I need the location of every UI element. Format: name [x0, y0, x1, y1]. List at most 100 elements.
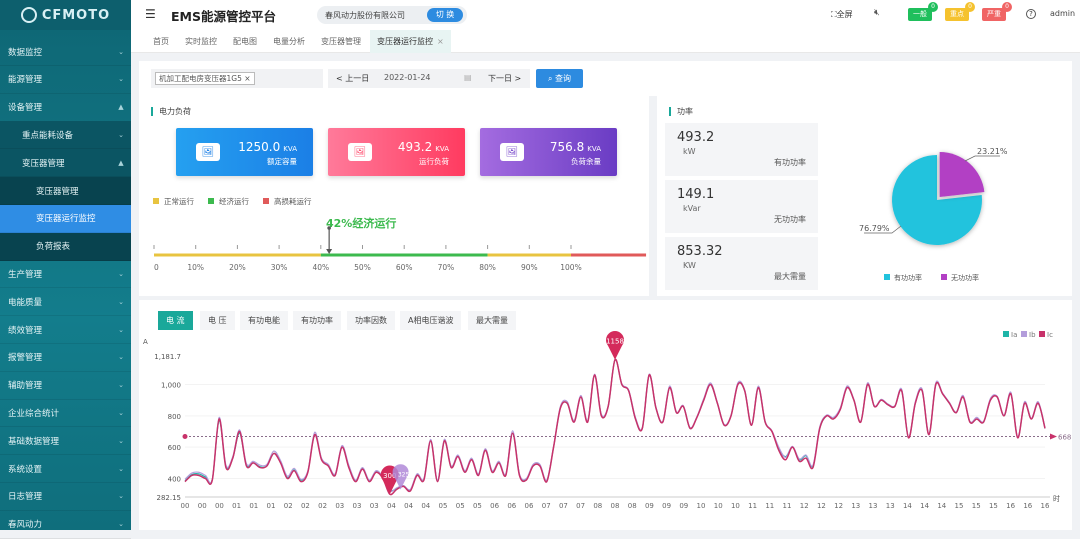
date-input[interactable]: 2022-01-24 [384, 73, 431, 82]
alert-button[interactable]: 重点 0 [945, 2, 975, 21]
legend-item: 经济运行 [208, 196, 249, 207]
value: 756.8 [549, 140, 585, 154]
sidebar-item-label: 变压器管理 [36, 186, 79, 197]
load-panel: 电力负荷 🖼︎ 1250.0 KVA 额定容量 🖼︎ 493.2 KVA 运行负荷 🖼︎ 756.… [139, 96, 649, 296]
pie-legend-swatch[interactable] [884, 274, 890, 280]
unit: KVA [587, 145, 601, 153]
legend-swatch [153, 198, 159, 204]
x-tick-label: 02 [318, 502, 327, 510]
y-tick-label: 282.15 [157, 494, 182, 502]
chevron-down-icon: ⌄ [118, 408, 124, 417]
company-name: 春风动力股份有限公司 [325, 11, 405, 20]
series-line-Ib[interactable] [184, 358, 1046, 493]
sidebar-item[interactable]: 电能质量 ⌄ [0, 288, 131, 317]
prev-day-button[interactable]: < 上一日 [336, 73, 369, 84]
device-select[interactable]: 机加工配电房变压器1G5 × [151, 69, 323, 88]
legend-swatch[interactable] [1021, 331, 1027, 337]
pie-slice[interactable] [939, 152, 985, 198]
menu-toggle-icon[interactable]: ☰ [145, 7, 156, 21]
y-tick-label: 800 [168, 413, 181, 421]
alert-button[interactable]: 严重 0 [982, 2, 1012, 21]
sidebar-item[interactable]: 能源管理 ⌄ [0, 66, 131, 94]
mute-icon[interactable]: 🔇︎ [874, 8, 880, 18]
user-name[interactable]: admin [1050, 9, 1075, 18]
x-tick-label: 16 [1023, 502, 1032, 510]
help-icon[interactable]: ? [1026, 9, 1036, 19]
tab-label: 配电图 [233, 36, 257, 46]
date-picker: < 上一日 2022-01-24 ▤ 下一日 > [328, 69, 530, 88]
chevron-down-icon: ⌄ [118, 520, 124, 529]
chevron-down-icon: ⌄ [118, 47, 124, 56]
device-tag[interactable]: 机加工配电房变压器1G5 × [155, 72, 255, 85]
card-value: 493.2 KVA [398, 140, 449, 154]
close-tab-icon[interactable]: × [437, 37, 444, 46]
sidebar-item[interactable]: 日志管理 ⌄ [0, 483, 131, 511]
tab[interactable]: 变压器管理 [314, 30, 368, 53]
legend-label[interactable]: Ia [1011, 331, 1017, 339]
sidebar-item-label: 负荷报表 [36, 242, 71, 253]
search-icon: ⌕ [547, 74, 553, 83]
sidebar-item[interactable]: 负荷报表 [0, 232, 131, 261]
sidebar-item[interactable]: 变压器管理 [0, 177, 131, 205]
chart-image-icon: 🖼︎ [348, 143, 372, 161]
sidebar-item[interactable]: 生产管理 ⌄ [0, 260, 131, 289]
load-card: 🖼︎ 493.2 KVA 运行负荷 [328, 128, 465, 176]
tab[interactable]: 实时监控 [178, 30, 224, 53]
legend-swatch[interactable] [1039, 331, 1045, 337]
sidebar-item[interactable]: 基础数据管理 ⌄ [0, 427, 131, 456]
legend-label[interactable]: Ib [1029, 331, 1036, 339]
tab[interactable]: 首页 [146, 30, 176, 53]
tab[interactable]: 变压器运行监控 × [370, 29, 451, 53]
sidebar-item[interactable]: 报警管理 ⌄ [0, 344, 131, 372]
sidebar-item[interactable]: 企业综合统计 ⌄ [0, 399, 131, 428]
power-value: 149.1 [677, 187, 715, 202]
x-tick-label: 14 [937, 502, 946, 510]
gauge-tick-label: 20% [229, 263, 246, 272]
card-value: 1250.0 KVA [238, 140, 297, 154]
sidebar-item-label: 报警管理 [8, 353, 43, 364]
tab[interactable]: 配电图 [226, 30, 264, 53]
chevron-up-icon: ▲ [118, 158, 124, 167]
power-card: 149.1 kVar 无功功率 [665, 180, 818, 233]
sidebar-item[interactable]: 春风动力 ⌄ [0, 511, 131, 539]
query-button[interactable]: ⌕ 查询 [536, 69, 583, 88]
y-tick-label: 1,000 [161, 381, 181, 389]
sidebar-item-label: 数据监控 [8, 47, 43, 58]
tab[interactable]: 电量分析 [266, 30, 312, 53]
fullscreen-button[interactable]: ⛶全屏 [831, 9, 853, 20]
sidebar-item[interactable]: 系统设置 ⌄ [0, 455, 131, 483]
x-tick-label: 00 [181, 502, 190, 510]
pie-legend-label[interactable]: 有功功率 [894, 273, 922, 282]
series-line-Ia[interactable] [184, 358, 1046, 492]
sidebar-item[interactable]: 设备管理 ▲ [0, 94, 131, 122]
card-label: 负荷余量 [571, 157, 601, 166]
legend-label[interactable]: Ic [1047, 331, 1053, 339]
chevron-down-icon: ⌄ [118, 464, 124, 473]
min-pin-ib-label: 325 [398, 471, 410, 478]
sidebar-item[interactable]: 变压器运行监控 [0, 204, 131, 233]
gauge-tick-label: 100% [560, 263, 581, 272]
sidebar-item[interactable]: 绩效管理 ⌄ [0, 316, 131, 344]
pie-legend-label[interactable]: 无功功率 [951, 273, 979, 282]
legend-swatch[interactable] [1003, 331, 1009, 337]
sidebar-item[interactable]: 辅助管理 ⌄ [0, 372, 131, 400]
sidebar-item[interactable]: 数据监控 ⌄ [0, 38, 131, 66]
chevron-down-icon: ⌄ [118, 325, 124, 334]
x-tick-label: 09 [645, 502, 654, 510]
header: ☰ EMS能源管控平台 春风动力股份有限公司 切 换 ⛶全屏 🔇︎ 一般 0 重点 0… [131, 0, 1080, 30]
sidebar-item[interactable]: 变压器管理 ▲ [0, 149, 131, 178]
remove-tag-icon[interactable]: × [244, 74, 250, 83]
x-tick-label: 03 [370, 502, 379, 510]
pie-legend-swatch[interactable] [941, 274, 947, 280]
series-line-Ic[interactable] [184, 358, 1046, 496]
switch-button[interactable]: 切 换 [427, 8, 463, 22]
sidebar-item-label: 基础数据管理 [8, 436, 60, 447]
calendar-icon[interactable]: ▤ [464, 73, 472, 82]
next-day-button[interactable]: 下一日 > [488, 73, 521, 84]
gauge-tick-label: 50% [354, 263, 371, 272]
alert-button[interactable]: 一般 0 [908, 2, 938, 21]
gauge-pointer-arrow [326, 249, 333, 254]
chevron-up-icon: ▲ [118, 103, 124, 112]
sidebar-item[interactable]: 重点能耗设备 ⌄ [0, 121, 131, 150]
power-pie-chart: 23.21% 76.79% 有功功率 无功功率 [859, 147, 1008, 282]
